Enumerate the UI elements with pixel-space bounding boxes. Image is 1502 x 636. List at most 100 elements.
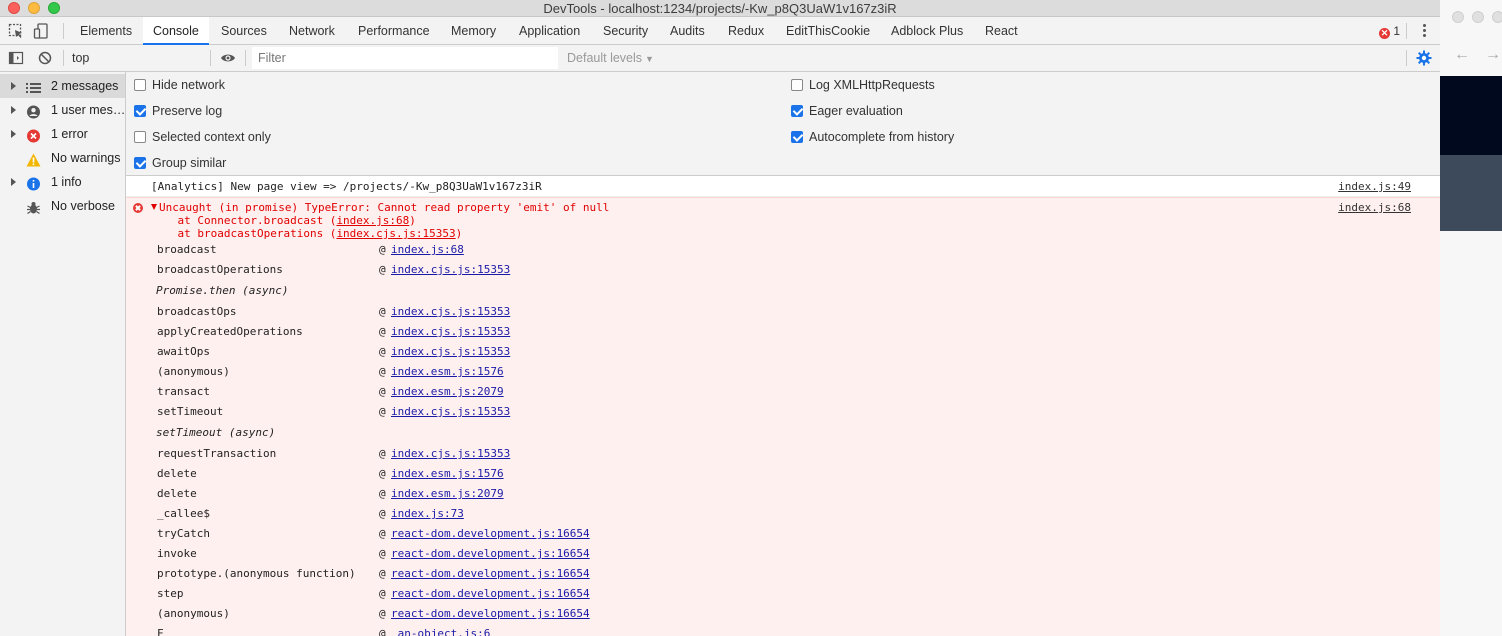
forward-arrow-icon[interactable]: →	[1485, 46, 1501, 64]
tab-redux[interactable]: Redux	[728, 17, 764, 45]
checkbox[interactable]	[134, 157, 146, 169]
log-source-link[interactable]: index.js:49	[1338, 177, 1411, 197]
stack-frame-link[interactable]: index.cjs.js:15353	[391, 444, 510, 464]
async-boundary: setTimeout (async)	[156, 426, 276, 439]
sidebar-item-warning[interactable]: No warnings	[0, 146, 125, 170]
error-summary[interactable]: Uncaught (in promise) TypeError: Cannot …	[151, 201, 609, 214]
stack-frame-at: @	[379, 627, 386, 636]
sidebar-item-list[interactable]: 2 messages	[0, 74, 125, 98]
expand-caret-icon[interactable]	[11, 178, 16, 186]
stack-frame-link[interactable]: index.cjs.js:15353	[391, 322, 510, 342]
setting-label: Eager evaluation	[809, 104, 903, 118]
tab-elements[interactable]: Elements	[80, 17, 132, 45]
stack-frame-link[interactable]: index.esm.js:1576	[391, 464, 504, 484]
tab-console[interactable]: Console	[143, 17, 209, 45]
stack-frame-at: @	[379, 467, 386, 480]
stack-frame-function: step	[157, 587, 184, 600]
sidebar-item-bug[interactable]: No verbose	[0, 194, 125, 218]
stack-frame-at: @	[379, 447, 386, 460]
window-control-button[interactable]	[1452, 11, 1464, 23]
expand-caret-icon[interactable]	[11, 82, 16, 90]
sidebar-item-label: 1 info	[51, 175, 82, 189]
checkbox[interactable]	[134, 105, 146, 117]
clear-console-icon[interactable]	[37, 50, 53, 66]
expand-triangle-icon[interactable]	[151, 204, 157, 210]
checkbox[interactable]	[791, 79, 803, 91]
live-expression-eye-icon[interactable]	[220, 50, 236, 66]
stack-frame-link[interactable]: index.cjs.js:15353	[391, 260, 510, 280]
tab-application[interactable]: Application	[519, 17, 580, 45]
stack-frame-link[interactable]: react-dom.development.js:16654	[391, 584, 590, 604]
page-content-area	[1440, 155, 1502, 231]
setting-label: Preserve log	[152, 104, 223, 118]
checkbox[interactable]	[134, 79, 146, 91]
sidebar-item-label: 1 user mes…	[51, 103, 126, 117]
console-settings-pane: Hide network Preserve log Selected context…	[126, 72, 1440, 176]
stack-frame-function: awaitOps	[157, 345, 210, 358]
stack-frame-link[interactable]: index.js:73	[391, 504, 464, 524]
back-arrow-icon[interactable]: ←	[1454, 46, 1470, 64]
filter-input[interactable]	[252, 47, 558, 69]
checkbox[interactable]	[791, 131, 803, 143]
checkbox[interactable]	[134, 131, 146, 143]
expand-caret-icon[interactable]	[11, 130, 16, 138]
list-icon	[26, 79, 41, 93]
tab-performance[interactable]: Performance	[358, 17, 430, 45]
tab-security[interactable]: Security	[603, 17, 648, 45]
gear-icon[interactable]	[1416, 50, 1432, 66]
error-source-link[interactable]: index.js:68	[1338, 198, 1411, 218]
stack-frame-link[interactable]: index.esm.js:2079	[391, 484, 504, 504]
stack-frame-function: invoke	[157, 547, 197, 560]
window-control-button[interactable]	[1492, 11, 1502, 23]
stack-frame-link[interactable]: index.cjs.js:15353	[391, 342, 510, 362]
inspect-element-icon[interactable]	[8, 23, 24, 39]
divider	[210, 50, 211, 66]
error-stack-link[interactable]: index.cjs.js:15353	[336, 227, 455, 240]
stack-frame-function: transact	[157, 385, 210, 398]
stack-frame-link[interactable]: index.cjs.js:15353	[391, 402, 510, 422]
stack-frame-at: @	[379, 607, 386, 620]
sidebar-item-user[interactable]: 1 user mes…	[0, 98, 125, 122]
stack-frame-link[interactable]: _an-object.js:6	[391, 624, 490, 636]
more-options-icon[interactable]	[1419, 23, 1429, 39]
tab-network[interactable]: Network	[289, 17, 335, 45]
show-sidebar-icon[interactable]	[8, 50, 24, 66]
stack-frame-at: @	[379, 305, 386, 318]
stack-frame-at: @	[379, 405, 386, 418]
stack-frame-link[interactable]: index.esm.js:2079	[391, 382, 504, 402]
stack-frame-link[interactable]: react-dom.development.js:16654	[391, 564, 590, 584]
device-toolbar-icon[interactable]	[33, 23, 49, 39]
async-boundary: Promise.then (async)	[156, 284, 289, 297]
stack-frame-function: (anonymous)	[157, 607, 230, 620]
tab-react[interactable]: React	[985, 17, 1018, 45]
stack-frame-link[interactable]: index.js:68	[391, 240, 464, 260]
tab-editthiscookie[interactable]: EditThisCookie	[786, 17, 870, 45]
log-levels-dropdown[interactable]: Default levels ▼	[567, 45, 654, 72]
error-count-badge[interactable]: ✕ 1	[1379, 24, 1400, 39]
tab-sources[interactable]: Sources	[221, 17, 267, 45]
tab-adblock-plus[interactable]: Adblock Plus	[891, 17, 963, 45]
stack-frame-link[interactable]: react-dom.development.js:16654	[391, 544, 590, 564]
stack-frame-function: delete	[157, 487, 197, 500]
sidebar-item-error[interactable]: 1 error	[0, 122, 125, 146]
stack-frame-at: @	[379, 243, 386, 256]
stack-frame-link[interactable]: react-dom.development.js:16654	[391, 604, 590, 624]
title-bar: DevTools - localhost:1234/projects/-Kw_p…	[0, 0, 1440, 17]
tab-memory[interactable]: Memory	[451, 17, 496, 45]
error-icon	[133, 203, 143, 213]
log-levels-label: Default levels	[567, 51, 643, 65]
stack-frame-link[interactable]: index.esm.js:1576	[391, 362, 504, 382]
setting-label: Autocomplete from history	[809, 130, 955, 144]
stack-frame-link[interactable]: index.cjs.js:15353	[391, 302, 510, 322]
checkbox[interactable]	[791, 105, 803, 117]
error-stack-link[interactable]: index.js:68	[336, 214, 409, 227]
sidebar-item-info[interactable]: 1 info	[0, 170, 125, 194]
tab-audits[interactable]: Audits	[670, 17, 705, 45]
context-select[interactable]: top	[72, 45, 272, 71]
sidebar-item-label: No verbose	[51, 199, 115, 213]
expand-caret-icon[interactable]	[11, 106, 16, 114]
setting-label: Hide network	[152, 78, 225, 92]
window-control-button[interactable]	[1472, 11, 1484, 23]
stack-frame-link[interactable]: react-dom.development.js:16654	[391, 524, 590, 544]
stack-frame-function: F	[157, 627, 164, 636]
